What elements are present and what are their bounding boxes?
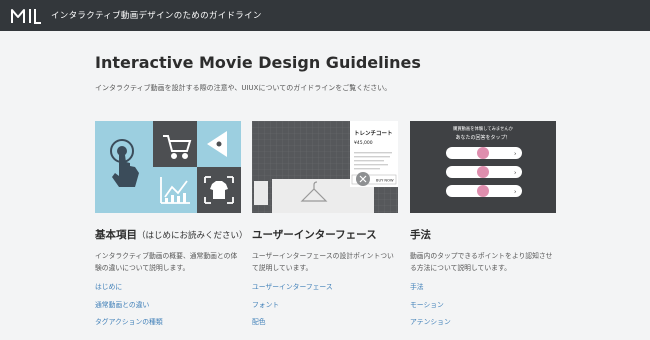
- site-title[interactable]: インタラクティブ動画デザインのためのガイドライン: [51, 9, 262, 21]
- card-description: インタラクティブ動画の概要、通常動画との体験の違いについて説明します。: [95, 252, 238, 272]
- card-links: ユーザーインターフェース フォント 配色: [252, 282, 398, 335]
- link-introduction[interactable]: はじめに: [95, 282, 241, 300]
- thumb-caption-1: 購買動画を体験してみませんか: [453, 125, 514, 132]
- card-methods: 購買動画を体験してみませんか あなたの回答をタップ！ › › › 手法 動画内の…: [410, 121, 556, 335]
- link-attention[interactable]: アテンション: [410, 317, 556, 335]
- answer-button: ›: [446, 166, 522, 178]
- methods-thumbnail[interactable]: 購買動画を体験してみませんか あなたの回答をタップ！ › › ›: [410, 121, 556, 213]
- thumb-caption-2: あなたの回答をタップ！: [455, 134, 510, 141]
- card-description: 動画内のタップできるポイントをより認知させる方法について説明しています。: [410, 252, 553, 272]
- buy-now-button: BUY NOW: [376, 179, 394, 183]
- svg-text:›: ›: [514, 151, 516, 158]
- link-tag-action-types[interactable]: タグアクションの種類: [95, 317, 241, 335]
- card-links: はじめに 通常動画との違い タグアクションの種類: [95, 282, 241, 335]
- svg-text:›: ›: [514, 189, 516, 196]
- mil-logo[interactable]: [11, 7, 41, 24]
- card-title: 手法: [410, 229, 431, 241]
- link-motion[interactable]: モーション: [410, 300, 556, 318]
- link-methods[interactable]: 手法: [410, 282, 556, 300]
- link-font[interactable]: フォント: [252, 300, 398, 318]
- card-links: 手法 モーション アテンション: [410, 282, 556, 335]
- link-user-interface[interactable]: ユーザーインターフェース: [252, 282, 398, 300]
- close-icon: [356, 172, 370, 186]
- page-description: インタラクティブ動画を設計する際の注意や、UIUXについてのガイドラインをご覧く…: [95, 84, 392, 92]
- page-title: Interactive Movie Design Guidelines: [95, 53, 421, 72]
- top-bar: インタラクティブ動画デザインのためのガイドライン: [0, 0, 650, 31]
- link-difference-from-normal-video[interactable]: 通常動画との違い: [95, 300, 241, 318]
- answer-button: ›: [446, 147, 522, 159]
- product-price: ¥45,000: [354, 140, 373, 146]
- link-color-scheme[interactable]: 配色: [252, 317, 398, 335]
- basics-thumbnail[interactable]: [95, 121, 241, 213]
- card-user-interface: トレンチコート ¥45,000 BUY NOW ユーザーインターフェース ユーザ…: [252, 121, 398, 335]
- ui-thumbnail[interactable]: トレンチコート ¥45,000 BUY NOW: [252, 121, 398, 213]
- product-title: トレンチコート: [354, 130, 393, 137]
- card-basics: 基本項目（はじめにお読みください） インタラクティブ動画の概要、通常動画との体験…: [95, 121, 248, 335]
- svg-text:›: ›: [514, 170, 516, 177]
- card-title: 基本項目（はじめにお読みください）: [95, 229, 248, 241]
- answer-button: ›: [446, 185, 522, 197]
- card-title: ユーザーインターフェース: [252, 229, 377, 241]
- card-description: ユーザーインターフェースの設計ポイントついて説明しています。: [252, 252, 394, 272]
